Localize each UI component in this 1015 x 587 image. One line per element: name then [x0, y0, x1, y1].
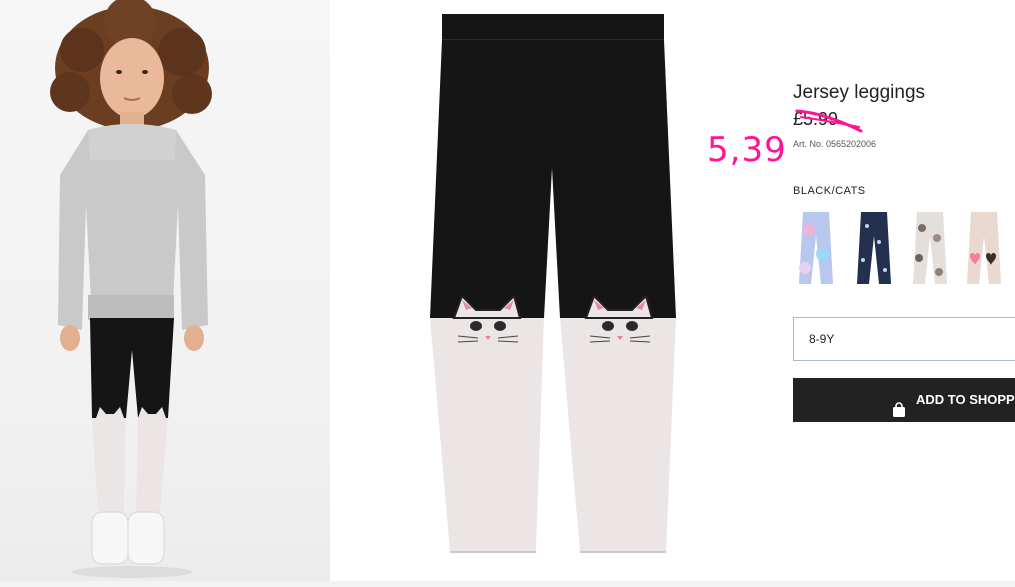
- swatch-tie-dye[interactable]: [793, 206, 839, 288]
- selected-color-name: BLACK/CATS: [793, 185, 866, 197]
- model-photo: [0, 0, 330, 587]
- sale-price-annotation: 5,39: [707, 130, 787, 170]
- model-illustration: [50, 0, 212, 578]
- color-swatches: [793, 206, 1015, 288]
- add-to-bag-label: ADD TO SHOPPI: [916, 392, 1015, 407]
- price-strikethrough-mark: [795, 109, 863, 133]
- add-to-bag-button[interactable]: ADD TO SHOPPI: [793, 378, 1015, 422]
- swatch-beige-heart[interactable]: [961, 206, 1007, 288]
- product-title: Jersey leggings: [793, 82, 926, 103]
- size-select[interactable]: 8-9Y: [793, 317, 1015, 361]
- article-number: Art. No. 0565202006: [793, 139, 877, 149]
- leggings-illustration: [430, 14, 676, 553]
- swatch-floral-grey[interactable]: [907, 206, 953, 288]
- product-photo: [330, 0, 770, 587]
- shopping-bag-icon: [891, 392, 907, 422]
- bottom-divider: [0, 581, 1015, 587]
- swatch-navy-print[interactable]: [851, 206, 897, 288]
